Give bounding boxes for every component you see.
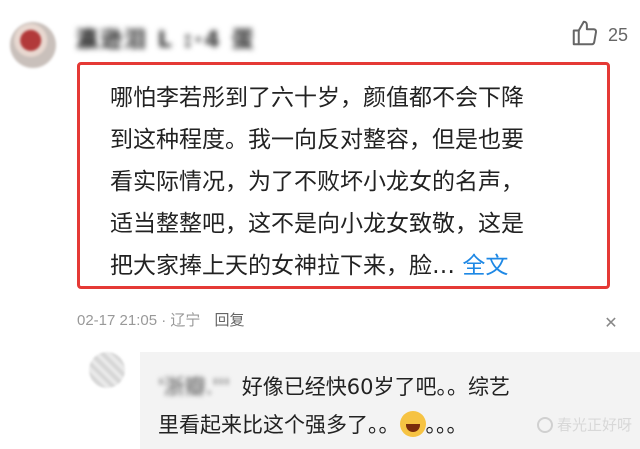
watermark: 春光正好呀 xyxy=(536,414,632,435)
comment-line-last: 把大家捧上天的女神拉下来，脸… 全文 xyxy=(110,245,595,287)
comment-line: 到这种程度。我一向反对整容，但是也要 xyxy=(110,127,524,153)
full-text-link[interactable]: 全文 xyxy=(462,253,508,279)
timestamp-value: 02-17 21:05 xyxy=(77,312,158,329)
weibo-icon xyxy=(536,416,553,433)
reply-text-2: 里看起来比这个强多了。。 xyxy=(158,413,400,437)
watermark-text: 春光正好呀 xyxy=(556,416,632,434)
comment-line: 适当整整吧，这不是向小龙女致敬，这是 xyxy=(110,211,524,237)
like-count: 25 xyxy=(607,25,628,45)
comment-timestamp: 02-17 21:05 · 辽宁 xyxy=(77,312,201,329)
comment-line: 哪怕李若彤到了六十岁，颜值都不会下降 xyxy=(110,85,524,111)
reply-trailing: 。。。 xyxy=(425,413,468,437)
commenter-avatar[interactable] xyxy=(10,22,56,68)
comment-line-text: 把大家捧上天的女神拉下来，脸… xyxy=(110,253,455,279)
reply-first-line: '浙瓣.''' 好像已经快60岁了吧。。综艺 xyxy=(158,368,624,406)
close-icon[interactable]: ✕ xyxy=(603,315,619,331)
location-value: 辽宁 xyxy=(170,312,201,329)
reply-button[interactable]: 回复 xyxy=(214,309,244,330)
like-button[interactable]: 25 xyxy=(570,18,628,53)
reply-text-1: 好像已经快60岁了吧。。综艺 xyxy=(241,375,511,399)
comment-line: 看实际情况，为了不败坏小龙女的名声， xyxy=(110,169,524,195)
reply-username[interactable]: '浙瓣.''' xyxy=(158,375,230,399)
thumbs-up-icon xyxy=(570,18,600,53)
laughing-tears-emoji-icon xyxy=(399,411,426,437)
comment-meta: 02-17 21:05 · 辽宁 回复 xyxy=(77,309,244,330)
commenter-username[interactable]: 瀛逊泪 L :·4 蛋 xyxy=(76,22,255,53)
reply-avatar[interactable] xyxy=(89,352,125,388)
comment-body: 哪怕李若彤到了六十岁，颜值都不会下降 到这种程度。我一向反对整容，但是也要 看实… xyxy=(77,62,610,289)
